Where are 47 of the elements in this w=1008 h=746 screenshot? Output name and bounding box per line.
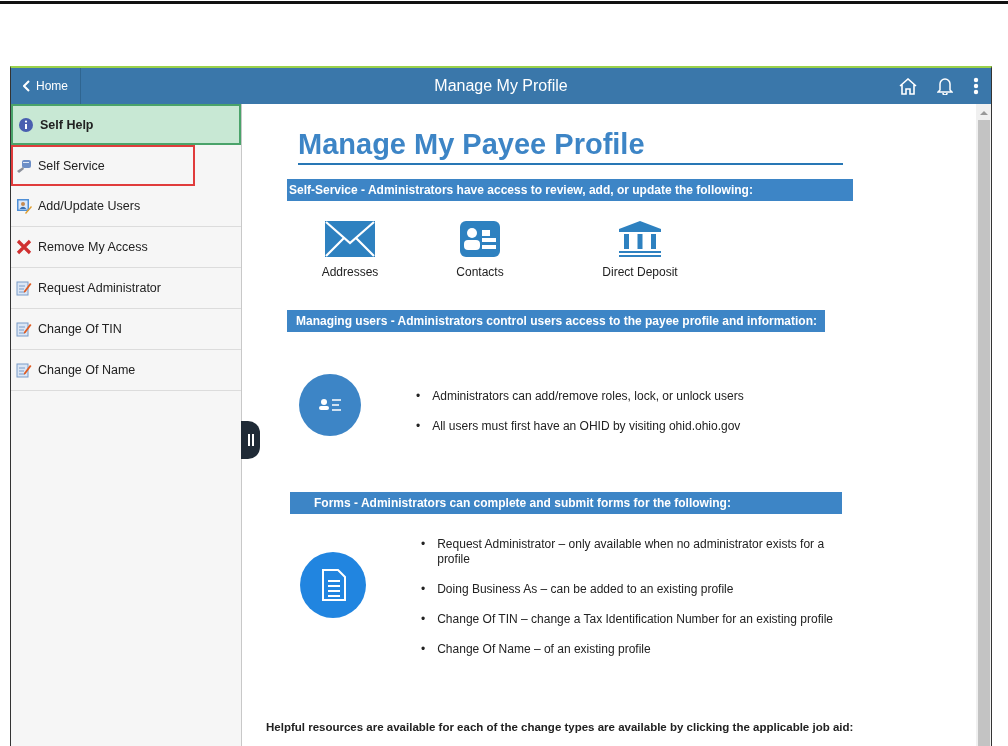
bell-icon[interactable] — [937, 77, 953, 95]
form-edit-icon — [16, 362, 32, 378]
bullet-marker: • — [416, 388, 421, 404]
chevron-left-icon — [23, 80, 30, 92]
sidebar-item[interactable]: Self Help — [11, 104, 241, 145]
bullet-text: Doing Business As – can be added to an existing profile — [437, 582, 734, 597]
footer-note: Helpful resources are available for each of the change types are available by clicking the applicable job aid: — [266, 721, 854, 733]
form-edit-icon — [16, 280, 32, 296]
bullet-marker: • — [421, 612, 426, 627]
scrollbar[interactable] — [976, 104, 991, 746]
sidebar-item[interactable]: Request Administrator — [11, 268, 241, 309]
user-edit-icon — [16, 198, 32, 214]
document-icon — [300, 552, 366, 618]
scroll-up-icon[interactable] — [979, 110, 988, 116]
bullet-text: Change Of Name – of an existing profile — [437, 642, 651, 657]
sidebar-item[interactable]: Add/Update Users — [11, 186, 241, 227]
envelope-icon — [325, 221, 375, 257]
bullet-text: All users must first have an OHID by visiting ohid.ohio.gov — [432, 418, 741, 434]
feature-label: Contacts — [456, 265, 504, 279]
bullet-marker: • — [421, 537, 426, 552]
info-icon — [18, 116, 34, 133]
section-banner: Managing users - Administrators control users access to the payee profile and information: — [287, 310, 825, 332]
sidebar-item[interactable]: Change Of TIN — [11, 309, 241, 350]
sidebar-item[interactable]: Change Of Name — [11, 350, 241, 391]
scroll-icon — [16, 157, 32, 174]
bullet-text: Request Administrator – only available when no administrator exists for a profile — [437, 537, 826, 567]
feature-label: Addresses — [321, 265, 379, 279]
bullet-marker: • — [421, 582, 426, 597]
bullet-text: Administrators can add/remove roles, lock, or unlock users — [432, 388, 744, 404]
cross-icon — [16, 239, 32, 255]
page-title: Manage My Profile — [434, 77, 568, 94]
bullet-text: Change Of TIN – change a Tax Identification Number for an existing profile — [437, 612, 833, 627]
sidebar-item[interactable]: Remove My Access — [11, 227, 241, 268]
form-edit-icon — [16, 321, 32, 337]
feature-label: Direct Deposit — [602, 265, 678, 279]
more-menu-icon[interactable] — [973, 77, 979, 95]
content-heading: Manage My Payee Profile — [298, 128, 843, 165]
collapse-handle[interactable] — [241, 421, 260, 459]
user-card-icon — [299, 374, 361, 436]
contact-card-icon — [460, 221, 500, 257]
sidebar-item[interactable]: Self Service — [11, 145, 195, 186]
section-banner: Forms - Administrators can complete and submit forms for the following: — [290, 492, 842, 514]
bullet-marker: • — [421, 642, 426, 657]
bullet-marker: • — [416, 418, 421, 434]
home-icon[interactable] — [899, 77, 917, 95]
section-banner: Self-Service - Administrators have access to review, add, or update the following: — [287, 179, 853, 201]
bank-icon — [619, 221, 661, 257]
